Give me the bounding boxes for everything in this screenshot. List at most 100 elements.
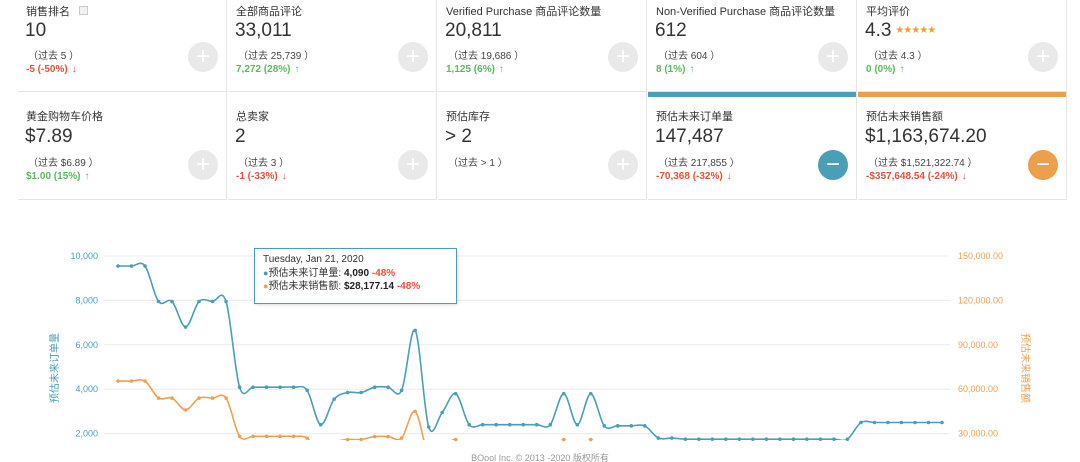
add-to-chart-button[interactable]: + [398, 150, 428, 180]
card-previous-value: （过去 $6.89 ） [28, 158, 99, 169]
add-to-chart-button[interactable]: + [1028, 42, 1058, 72]
card-previous-value: （过去 > 1 ） [448, 158, 508, 169]
card-label: 全部商品评论 [236, 6, 302, 18]
orders-series-line [118, 262, 942, 440]
sales-data-point [372, 434, 377, 439]
orders-data-point [886, 420, 890, 425]
metrics-grid: 销售排名 10 （过去 5 ） -5 (-50%) ↓ + 全部商品评论 33,011 （过去 … [18, 0, 1070, 204]
orders-data-point [926, 420, 931, 425]
arrow-down-icon: ↓ [71, 64, 77, 75]
metric-card: 平均评价 4.3 ★★★★★ （过去 4.3 ） 0 (0%) ↑ + [858, 0, 1067, 92]
orders-data-point [426, 425, 431, 429]
card-value: 33,011 [235, 20, 292, 42]
orders-data-point [791, 437, 796, 441]
orders-data-point [440, 410, 444, 415]
card-change-text: -1 (-33%) [236, 171, 278, 182]
sales-data-point [359, 437, 363, 442]
info-checkbox-icon[interactable] [79, 6, 88, 15]
star-rating-icon: ★★★★★ [895, 25, 936, 37]
orders-data-point [224, 299, 228, 304]
orders-data-point [548, 422, 553, 427]
card-change-text: -70,368 (-32%) [656, 171, 723, 182]
metric-card: 预估未来订单量 147,487 （过去 217,855 ） -70,368 (-32%… [648, 92, 857, 200]
orders-data-point [859, 420, 863, 425]
card-value-text: > 2 [445, 126, 472, 147]
orders-data-point [737, 437, 742, 441]
arrow-down-icon: ↓ [281, 171, 287, 182]
add-to-chart-button[interactable]: + [398, 42, 428, 72]
tooltip-date: Tuesday, Jan 21, 2020 [263, 254, 364, 265]
orders-data-point [670, 436, 674, 440]
orders-data-point [629, 424, 634, 428]
orders-data-point [237, 385, 242, 390]
orders-data-point [656, 436, 661, 440]
orders-data-point [588, 391, 593, 396]
card-value: > 2 [445, 126, 472, 148]
add-to-chart-button[interactable]: + [188, 150, 218, 180]
chart-svg: 10,000 150,000.00 8,000 120,000.00 6,000 90,0… [48, 251, 1032, 442]
card-label: 预估未来销售额 [866, 111, 943, 123]
card-previous-value: （过去 5 ） [28, 51, 80, 62]
orders-data-point [197, 299, 201, 304]
sales-data-point [399, 436, 404, 440]
orders-data-point [751, 437, 755, 441]
card-value: 612 [655, 20, 687, 42]
left-tick-label: 2,000 [75, 429, 98, 439]
sales-data-point [116, 379, 120, 383]
orders-data-point [710, 437, 715, 441]
orders-data-point [845, 437, 850, 441]
left-tick-label: 8,000 [75, 295, 98, 305]
card-value-text: $1,163,674.20 [865, 126, 987, 147]
add-to-chart-button[interactable]: + [608, 150, 638, 180]
metric-card: 总卖家 2 （过去 3 ） -1 (-33%) ↓ + [228, 92, 437, 200]
card-value-text: 612 [655, 20, 687, 41]
orders-data-point [143, 264, 147, 268]
sales-data-point [413, 409, 417, 414]
add-to-chart-button[interactable]: + [188, 42, 218, 72]
orders-data-point [697, 437, 701, 441]
orders-data-point [372, 385, 377, 390]
card-change-text: 1,125 (6%) [446, 64, 495, 75]
right-tick-label: 90,000.00 [958, 340, 998, 350]
card-change-text: -$357,648.54 (-24%) [866, 171, 958, 182]
card-previous-value: （过去 $1,521,322.74 ） [868, 158, 978, 169]
sales-data-point [264, 434, 269, 439]
orders-data-point [575, 422, 580, 427]
metric-card: 销售排名 10 （过去 5 ） -5 (-50%) ↓ + [18, 0, 227, 92]
remove-from-chart-button[interactable]: − [818, 150, 848, 180]
orders-data-point [683, 437, 688, 441]
orders-data-point [305, 388, 309, 393]
sales-data-point [197, 396, 201, 400]
sales-data-point [143, 379, 147, 383]
card-change: -5 (-50%) ↓ [26, 64, 77, 75]
remove-from-chart-button[interactable]: − [1028, 150, 1058, 180]
card-previous-value: （过去 19,686 ） [448, 51, 525, 62]
orders-data-point [156, 299, 161, 304]
orders-data-point [480, 422, 485, 427]
arrow-up-icon: ↑ [899, 64, 905, 75]
orders-data-point [318, 422, 323, 427]
arrow-up-icon: ↑ [498, 64, 504, 75]
card-value-text: 10 [25, 20, 47, 41]
orders-data-point [899, 420, 904, 425]
add-to-chart-button[interactable]: + [818, 42, 848, 72]
card-value-text: 33,011 [235, 20, 292, 41]
orders-data-point [170, 299, 174, 304]
add-to-chart-button[interactable]: + [608, 42, 638, 72]
orders-data-point [332, 397, 336, 401]
left-axis-title: 预估未来订单量 [48, 333, 61, 403]
card-change: 8 (1%) ↑ [656, 64, 694, 75]
card-value-text: 2 [235, 126, 246, 147]
card-value: 20,811 [445, 20, 502, 42]
card-value: $7.89 [25, 126, 73, 148]
tooltip-orders-change: -48% [371, 268, 396, 279]
sales-data-point [224, 396, 228, 400]
orders-data-point [494, 422, 499, 427]
sales-data-point [453, 437, 458, 442]
orders-data-point [507, 422, 512, 427]
orders-data-point [778, 437, 782, 441]
card-change: -$357,648.54 (-24%) ↓ [866, 171, 967, 182]
orders-data-point [278, 385, 282, 390]
orders-data-point [291, 385, 296, 390]
sales-data-point [251, 434, 255, 439]
